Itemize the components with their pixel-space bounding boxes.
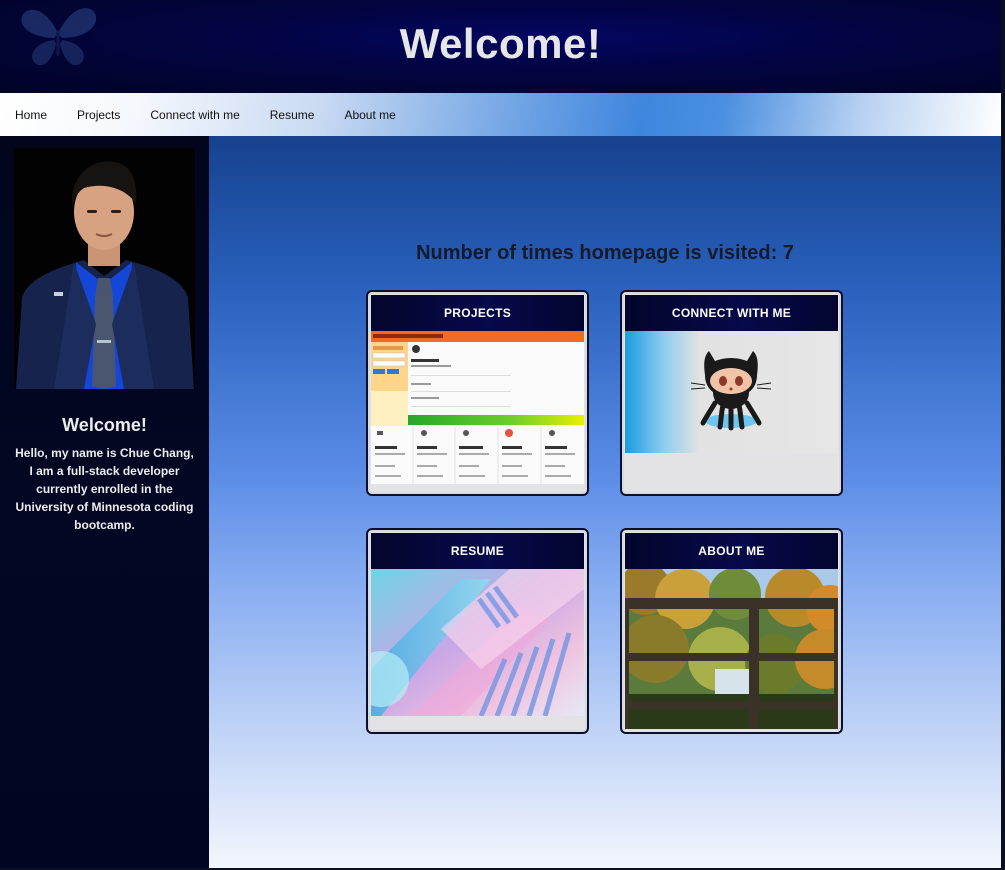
github-octocat-icon (625, 331, 838, 453)
main-content: Number of times homepage is visited: 7 P… (209, 136, 1001, 868)
card-resume-title: RESUME (371, 533, 584, 569)
sidebar-title: Welcome! (62, 415, 147, 435)
top-nav: Home Projects Connect with me Resume Abo… (0, 93, 1001, 136)
browser-viewport: Welcome! Home Projects Connect with me R… (0, 0, 1001, 868)
card-resume[interactable]: RESUME (366, 528, 589, 734)
about-thumbnail (625, 569, 838, 732)
card-projects-title: PROJECTS (371, 295, 584, 331)
resume-thumbnail (371, 569, 584, 716)
nav-resume[interactable]: Resume (270, 108, 315, 122)
nav-about[interactable]: About me (344, 108, 395, 122)
visit-counter: Number of times homepage is visited: 7 (416, 242, 794, 264)
profile-photo (14, 148, 195, 389)
nav-home[interactable]: Home (15, 108, 47, 122)
card-about-title: ABOUT ME (625, 533, 838, 569)
site-header: Welcome! (0, 0, 1001, 93)
sidebar: Welcome! Hello, my name is Chue Chang, I… (0, 136, 209, 868)
card-about[interactable]: ABOUT ME (620, 528, 843, 734)
card-connect-title: CONNECT WITH ME (625, 295, 838, 331)
card-connect[interactable]: CONNECT WITH ME (620, 290, 843, 496)
card-projects[interactable]: PROJECTS (366, 290, 589, 496)
page-title: Welcome! (399, 20, 602, 67)
projects-thumbnail (371, 331, 584, 488)
nav-connect[interactable]: Connect with me (150, 108, 239, 122)
sidebar-bio: Hello, my name is Chue Chang, I am a ful… (15, 446, 194, 532)
nav-projects[interactable]: Projects (77, 108, 120, 122)
